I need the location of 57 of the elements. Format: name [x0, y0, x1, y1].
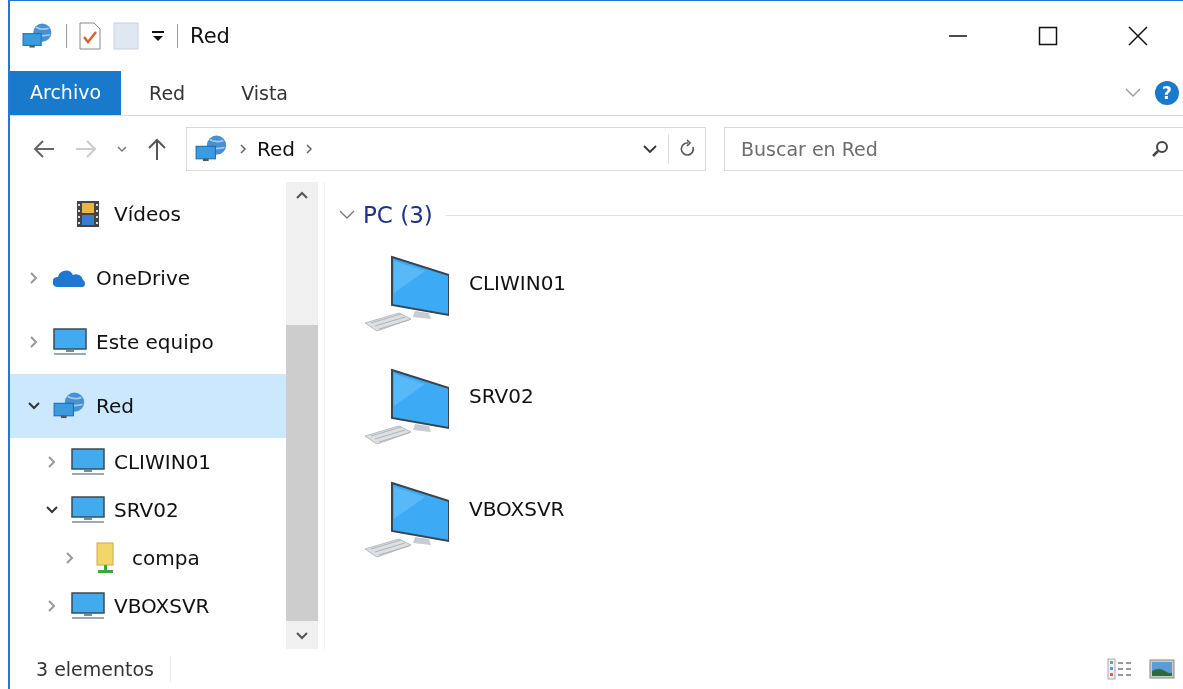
tree-item[interactable]: CLIWIN01: [10, 438, 286, 486]
expand-chevron-icon[interactable]: [47, 455, 57, 469]
breadcrumb[interactable]: Red: [257, 137, 295, 161]
expand-chevron-icon[interactable]: [65, 551, 75, 565]
collapse-chevron-icon[interactable]: [45, 505, 59, 515]
expand-chevron-icon[interactable]: [29, 271, 39, 285]
maximize-icon[interactable]: [1038, 26, 1058, 46]
tree-item[interactable]: SRV02: [10, 486, 286, 534]
ribbon-tab[interactable]: Red: [121, 71, 214, 115]
customize-arrow-icon[interactable]: [151, 29, 165, 43]
film-icon: [77, 201, 99, 227]
collapse-chevron-icon[interactable]: [27, 401, 41, 411]
item-count: 3 elementos: [36, 658, 154, 680]
dropdown-icon[interactable]: [642, 144, 658, 154]
scrollbar-thumb[interactable]: [286, 325, 318, 621]
tree-item[interactable]: Red: [10, 374, 286, 438]
expand-ribbon-icon[interactable]: [1125, 88, 1141, 98]
large-icons-view-icon[interactable]: [1149, 659, 1175, 679]
window-title: Red: [190, 24, 230, 48]
breadcrumb-chevron-icon[interactable]: [239, 143, 247, 155]
help-icon[interactable]: ?: [1155, 81, 1179, 105]
tree-item[interactable]: Vídeos: [10, 182, 286, 246]
monitor-icon: [53, 328, 87, 356]
back-icon[interactable]: [32, 139, 56, 159]
ribbon-tab[interactable]: Vista: [213, 71, 316, 115]
expand-chevron-icon[interactable]: [47, 599, 57, 613]
monitor-icon: [71, 448, 105, 476]
up-icon[interactable]: [146, 137, 168, 161]
computer-item[interactable]: CLIWIN01: [339, 238, 1183, 351]
scrollbar[interactable]: [286, 182, 318, 649]
details-view-icon[interactable]: [1107, 658, 1133, 680]
refresh-icon[interactable]: [679, 139, 697, 159]
breadcrumb-chevron-icon[interactable]: [305, 143, 313, 155]
tree-item[interactable]: Este equipo: [10, 310, 286, 374]
monitor-icon: [71, 592, 105, 620]
group-header[interactable]: PC (3): [339, 202, 433, 228]
recent-locations-icon[interactable]: [116, 145, 128, 153]
network-icon: [53, 392, 87, 420]
search-field[interactable]: Buscar en Red: [724, 127, 1183, 171]
address-bar[interactable]: Red: [186, 127, 706, 171]
collapse-group-icon[interactable]: [339, 210, 355, 220]
close-icon[interactable]: [1128, 26, 1148, 46]
tree-item[interactable]: compa: [10, 534, 286, 582]
network-icon: [22, 23, 54, 49]
tree-item[interactable]: VBOXSVR: [10, 582, 286, 630]
scroll-down-icon[interactable]: [295, 631, 309, 641]
scroll-up-icon[interactable]: [295, 190, 309, 200]
forward-icon: [74, 139, 98, 159]
computer-item[interactable]: VBOXSVR: [339, 464, 1183, 577]
monitor-icon: [71, 496, 105, 524]
computer-item[interactable]: SRV02: [339, 351, 1183, 464]
expand-chevron-icon[interactable]: [29, 335, 39, 349]
file-tab[interactable]: Archivo: [10, 71, 122, 115]
cloud-icon: [53, 269, 87, 287]
properties-icon[interactable]: [79, 22, 101, 50]
network-icon: [195, 135, 229, 163]
tree-item[interactable]: OneDrive: [10, 246, 286, 310]
